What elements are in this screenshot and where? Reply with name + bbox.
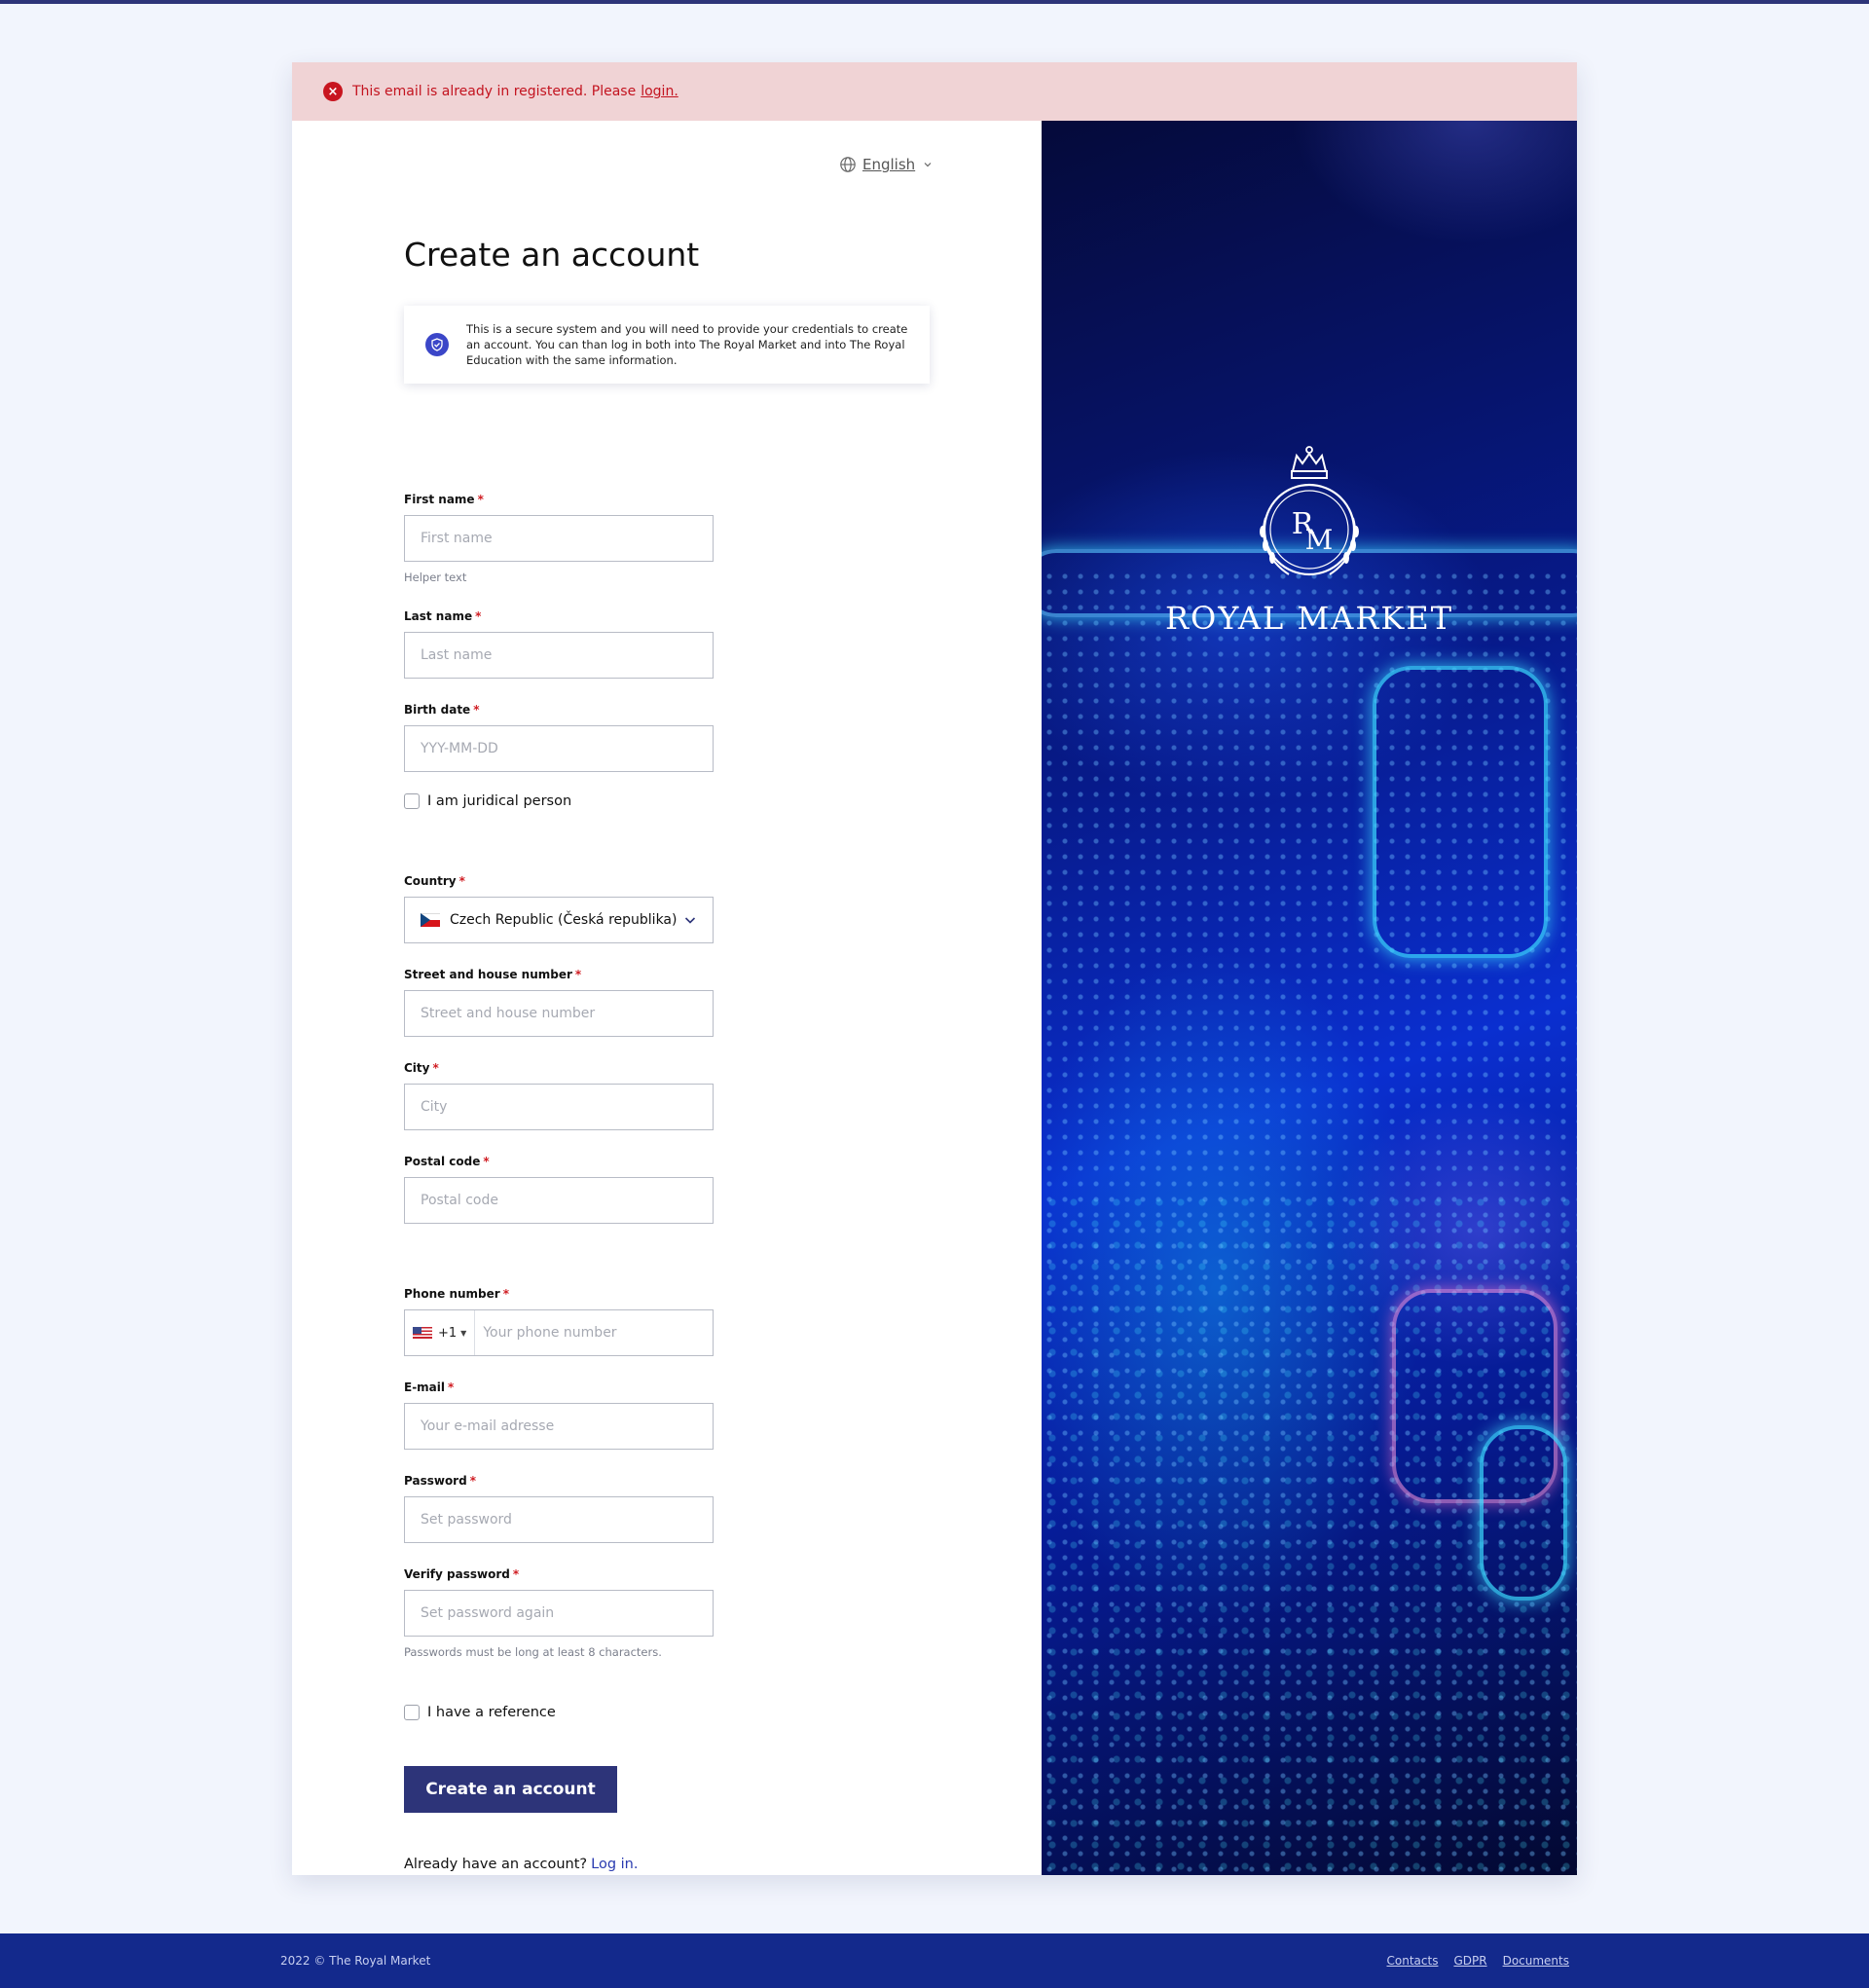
juridical-person-row[interactable]: I am juridical person xyxy=(404,793,571,809)
postal-code-input[interactable] xyxy=(404,1177,714,1224)
continent-outline xyxy=(1480,1425,1567,1601)
last-name-group: Last name * xyxy=(404,609,715,679)
footer-links: Contacts GDPR Documents xyxy=(1387,1954,1570,1968)
brand-name: ROYAL MARKET xyxy=(1164,600,1454,637)
login-prompt: Already have an account? Log in. xyxy=(404,1857,638,1872)
first-name-input[interactable] xyxy=(404,515,714,562)
phone-field: +1 ▼ xyxy=(404,1309,714,1356)
phone-country-code-select[interactable]: +1 ▼ xyxy=(405,1310,476,1355)
monogram-m: M xyxy=(1305,524,1334,556)
error-close-icon: × xyxy=(323,82,343,101)
globe-icon xyxy=(840,157,856,172)
chevron-down-icon xyxy=(924,163,932,167)
us-flag-icon xyxy=(413,1327,432,1339)
login-prompt-text: Already have an account? xyxy=(404,1857,588,1872)
country-value: Czech Republic (Česká republika) xyxy=(450,912,678,928)
last-name-label: Last name * xyxy=(404,609,482,623)
footer-copyright: 2022 © The Royal Market xyxy=(280,1954,431,1968)
crown-monogram-icon: R M xyxy=(1260,446,1359,576)
language-label: English xyxy=(862,156,916,173)
language-selector[interactable]: English xyxy=(839,156,933,173)
reference-checkbox[interactable] xyxy=(404,1705,420,1720)
alert-login-link[interactable]: login. xyxy=(641,84,678,99)
shield-check-icon xyxy=(425,333,449,356)
country-group: Country * Czech Republic (Česká republika… xyxy=(404,874,715,943)
footer-link-contacts[interactable]: Contacts xyxy=(1387,1954,1439,1968)
chevron-down-icon xyxy=(684,917,696,924)
city-label: City * xyxy=(404,1061,439,1075)
top-accent-line xyxy=(0,0,1869,4)
form-panel: English Create an account This is a secu… xyxy=(292,121,1042,1875)
password-group: Password * xyxy=(404,1474,715,1543)
page-title: Create an account xyxy=(404,236,700,274)
security-info-text: This is a secure system and you will nee… xyxy=(466,322,908,367)
error-alert: × This email is already in registered. P… xyxy=(292,62,1577,121)
postal-code-group: Postal code * xyxy=(404,1155,715,1224)
alert-message: This email is already in registered. Ple… xyxy=(352,84,637,99)
birth-date-input[interactable] xyxy=(404,725,714,772)
birth-date-group: Birth date * xyxy=(404,703,715,772)
continent-outline xyxy=(1373,666,1548,958)
password-label: Password * xyxy=(404,1474,476,1488)
email-group: E-mail * xyxy=(404,1381,715,1450)
reference-row[interactable]: I have a reference xyxy=(404,1705,556,1720)
password-input[interactable] xyxy=(404,1496,714,1543)
phone-prefix-value: +1 xyxy=(438,1325,458,1341)
footer-link-documents[interactable]: Documents xyxy=(1503,1954,1569,1968)
first-name-helper: Helper text xyxy=(404,571,467,584)
phone-input[interactable] xyxy=(475,1310,713,1355)
footer-link-gdpr[interactable]: GDPR xyxy=(1453,1954,1486,1968)
email-input[interactable] xyxy=(404,1403,714,1450)
street-group: Street and house number * xyxy=(404,968,715,1037)
login-link[interactable]: Log in. xyxy=(591,1857,638,1872)
security-info-box: This is a secure system and you will nee… xyxy=(404,306,930,384)
juridical-person-checkbox[interactable] xyxy=(404,793,420,809)
country-label: Country * xyxy=(404,874,465,888)
czech-flag-icon xyxy=(421,913,440,927)
reference-label: I have a reference xyxy=(427,1705,556,1720)
create-account-button[interactable]: Create an account xyxy=(404,1766,617,1813)
street-input[interactable] xyxy=(404,990,714,1037)
birth-date-label: Birth date * xyxy=(404,703,480,717)
first-name-group: First name* Helper text xyxy=(404,493,715,584)
brand-image-panel: R M ROYAL MARKET xyxy=(1042,121,1577,1875)
verify-password-label: Verify password * xyxy=(404,1567,520,1581)
password-helper: Passwords must be long at least 8 charac… xyxy=(404,1645,662,1659)
page-footer: 2022 © The Royal Market Contacts GDPR Do… xyxy=(0,1933,1869,1988)
registration-card: × This email is already in registered. P… xyxy=(292,62,1577,1875)
city-input[interactable] xyxy=(404,1084,714,1130)
first-name-label: First name * xyxy=(404,493,484,506)
verify-password-group: Verify password * Passwords must be long … xyxy=(404,1567,715,1659)
phone-label: Phone number * xyxy=(404,1287,509,1301)
caret-down-icon: ▼ xyxy=(460,1328,467,1338)
verify-password-input[interactable] xyxy=(404,1590,714,1637)
email-label: E-mail * xyxy=(404,1381,455,1394)
juridical-person-label: I am juridical person xyxy=(427,793,572,809)
city-group: City * xyxy=(404,1061,715,1130)
last-name-input[interactable] xyxy=(404,632,714,679)
royal-market-logo: R M ROYAL MARKET xyxy=(1042,442,1577,637)
street-label: Street and house number * xyxy=(404,968,582,981)
postal-code-label: Postal code * xyxy=(404,1155,490,1168)
country-select[interactable]: Czech Republic (Česká republika) xyxy=(404,897,714,943)
phone-group: Phone number * +1 ▼ xyxy=(404,1287,715,1356)
